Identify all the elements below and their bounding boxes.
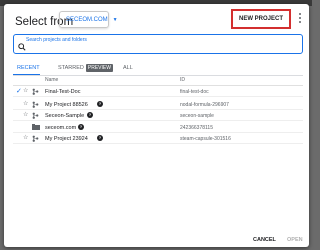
- more-options-icon[interactable]: [298, 13, 302, 23]
- tab-recent[interactable]: RECENT: [17, 62, 40, 74]
- tab-bar: RECENT STARRED PREVIEW ALL: [13, 62, 303, 76]
- column-header-id: ID: [180, 77, 185, 83]
- star-icon[interactable]: ☆: [23, 111, 28, 118]
- row-name: My Project 88526: [45, 101, 88, 108]
- column-header-name: Name: [45, 77, 59, 83]
- tab-all-label: ALL: [123, 65, 133, 71]
- search-input[interactable]: Search projects and folders: [13, 34, 303, 54]
- table-row[interactable]: ✓ ☆ Final-Test-Doc final-test-doc: [13, 86, 303, 97]
- row-name: My Project 23924: [45, 135, 88, 142]
- row-name: Seceon-Sample: [45, 112, 85, 119]
- project-hierarchy-icon: [32, 112, 39, 119]
- tab-starred[interactable]: STARRED PREVIEW: [58, 62, 113, 74]
- search-icon: [18, 43, 26, 51]
- row-name: seceom.com: [45, 124, 77, 131]
- dropdown-caret-icon: ▼: [112, 16, 118, 23]
- row-id: 242366378115: [180, 124, 213, 131]
- organization-select[interactable]: SECEOM.COM ▼: [59, 11, 118, 28]
- organization-select-value: SECEOM.COM: [66, 16, 108, 23]
- tab-starred-label: STARRED: [58, 65, 84, 71]
- project-hierarchy-icon: [32, 88, 39, 95]
- preview-badge: PREVIEW: [85, 64, 113, 72]
- checkmark-icon: ✓: [16, 88, 22, 95]
- new-project-button[interactable]: NEW PROJECT: [231, 9, 291, 29]
- table-row[interactable]: ☆ Seceon-Sample ? seceon-sample: [13, 110, 303, 121]
- star-icon[interactable]: ☆: [23, 87, 28, 94]
- organization-icon: [32, 124, 40, 130]
- project-hierarchy-icon: [32, 135, 39, 142]
- table-row[interactable]: seceom.com ? 242366378115: [13, 122, 303, 133]
- search-input-label: Search projects and folders: [26, 37, 87, 43]
- tab-divider: [13, 75, 303, 76]
- cancel-button[interactable]: CANCEL: [253, 237, 276, 243]
- row-id: seceon-sample: [180, 112, 214, 119]
- table-row[interactable]: ☆ My Project 23924 ? steam-capsule-30151…: [13, 133, 303, 144]
- select-project-dialog: Select from SECEOM.COM ▼ NEW PROJECT Sea…: [4, 4, 309, 247]
- help-icon[interactable]: ?: [97, 135, 103, 141]
- star-icon[interactable]: ☆: [23, 134, 28, 141]
- help-icon[interactable]: ?: [87, 112, 93, 118]
- project-hierarchy-icon: [32, 101, 39, 108]
- row-id: final-test-doc: [180, 88, 209, 95]
- tab-recent-label: RECENT: [17, 65, 40, 71]
- row-id: nodal-formula-296907: [180, 101, 229, 108]
- row-id: steam-capsule-301516: [180, 135, 231, 142]
- row-name: Final-Test-Doc: [45, 88, 81, 95]
- tab-all[interactable]: ALL: [123, 62, 133, 74]
- open-button[interactable]: OPEN: [287, 237, 303, 243]
- star-icon[interactable]: ☆: [23, 100, 28, 107]
- help-icon[interactable]: ?: [97, 101, 103, 107]
- table-row[interactable]: ☆ My Project 88526 ? nodal-formula-29690…: [13, 99, 303, 110]
- help-icon[interactable]: ?: [78, 124, 84, 130]
